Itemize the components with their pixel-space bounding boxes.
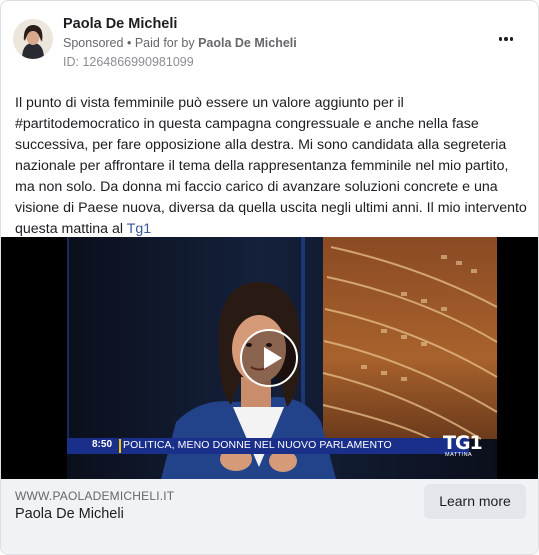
ad-id: ID: 1264866990981099 [63, 55, 194, 69]
post-text: Il punto di vista femminile può essere u… [15, 93, 529, 240]
learn-more-button[interactable]: Learn more [424, 484, 526, 519]
dot [504, 37, 508, 41]
advertiser-name[interactable]: Paola De Micheli [63, 16, 177, 32]
ad-card: Paola De Micheli Sponsored • Paid for by… [0, 0, 539, 555]
channel-logo: TG1 MATTINA [443, 433, 483, 459]
tg1-link[interactable]: Tg1 [127, 221, 151, 237]
more-options-icon[interactable] [494, 31, 518, 47]
channel-logo-text: TG1 [443, 432, 483, 454]
dot [509, 37, 514, 41]
sponsored-label: Sponsored [63, 36, 124, 50]
avatar[interactable] [13, 19, 53, 59]
play-icon[interactable] [240, 329, 298, 387]
ticker-divider [119, 439, 121, 453]
paid-for-prefix: Paid for by [134, 36, 195, 50]
separator-dot: • [126, 36, 132, 50]
ad-footer[interactable]: WWW.PAOLADEMICHELI.IT Paola De Micheli L… [1, 479, 538, 554]
ad-header: Paola De Micheli Sponsored • Paid for by… [13, 13, 526, 73]
ticker-time: 8:50 [92, 439, 113, 450]
channel-logo-sub: MATTINA [445, 452, 473, 458]
sponsored-line: Sponsored • Paid for by Paola De Micheli [63, 36, 297, 50]
post-body: Il punto di vista femminile può essere u… [15, 95, 527, 237]
dot [498, 37, 503, 41]
link-domain[interactable]: WWW.PAOLADEMICHELI.IT [15, 489, 174, 503]
ticker-headline: POLITICA, MENO DONNE NEL NUOVO PARLAMENT… [123, 439, 392, 451]
link-title[interactable]: Paola De Micheli [15, 506, 124, 522]
paid-for-name: Paola De Micheli [198, 36, 297, 50]
